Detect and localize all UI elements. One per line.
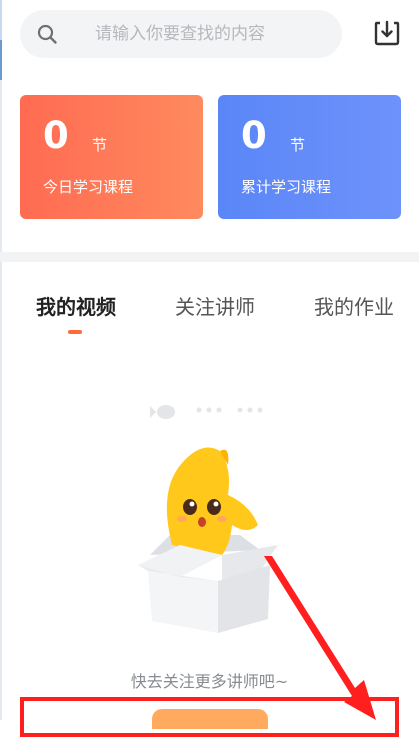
search-icon <box>37 24 57 44</box>
tab-my-homework[interactable]: 我的作业 <box>314 294 394 320</box>
active-tab-indicator <box>68 330 82 334</box>
today-unit: 节 <box>92 136 108 154</box>
tab-followed-teachers[interactable]: 关注讲师 <box>175 294 255 320</box>
annotation-highlight-box <box>20 697 399 737</box>
section-divider <box>0 252 419 262</box>
total-count: 0 <box>241 114 267 157</box>
today-courses-card[interactable]: 0 节 今日学习课程 <box>20 95 203 219</box>
window-edge <box>0 0 2 720</box>
total-courses-card[interactable]: 0 节 累计学习课程 <box>218 95 401 219</box>
download-icon[interactable] <box>374 19 400 47</box>
search-placeholder: 请输入你要查找的内容 <box>95 24 265 44</box>
total-label: 累计学习课程 <box>241 178 332 196</box>
today-label: 今日学习课程 <box>43 178 134 196</box>
today-count: 0 <box>43 114 69 157</box>
search-bar[interactable]: 请输入你要查找的内容 <box>20 10 342 58</box>
annotation-arrow-icon <box>264 556 376 720</box>
tab-my-videos[interactable]: 我的视频 <box>36 294 116 320</box>
total-unit: 节 <box>290 136 306 154</box>
